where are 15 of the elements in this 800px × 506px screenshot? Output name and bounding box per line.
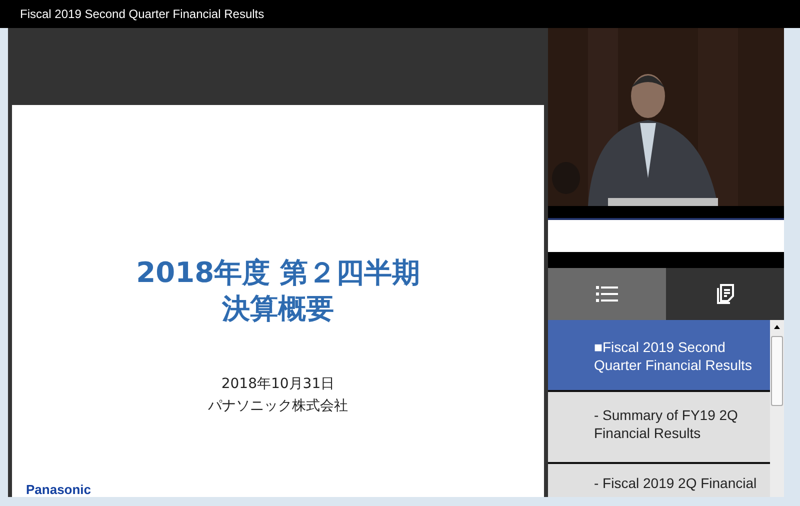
scroll-up-icon[interactable] (774, 325, 780, 329)
chapter-item[interactable]: - Summary of FY19 2Q Financial Results (548, 392, 770, 462)
window-title: Fiscal 2019 Second Quarter Financial Results (20, 7, 264, 21)
list-tab[interactable] (548, 268, 666, 320)
company-name: パナソニック株式会社 (208, 397, 348, 416)
notes-tab[interactable] (666, 268, 784, 320)
chapter-item[interactable]: ■Fiscal 2019 Second Quarter Financial Results (548, 320, 770, 390)
logo: Panasonic (26, 483, 92, 497)
chapter-item[interactable]: - Fiscal 2019 2Q Financial (548, 464, 770, 497)
slide-title: 決算概要 (222, 291, 334, 327)
document-icon (715, 284, 735, 304)
list-icon (596, 286, 618, 302)
scrollbar[interactable] (770, 320, 784, 497)
slide-title: 2018年度 第２四半期 (136, 255, 420, 291)
slide-date: 2018年10月31日 (221, 375, 335, 394)
